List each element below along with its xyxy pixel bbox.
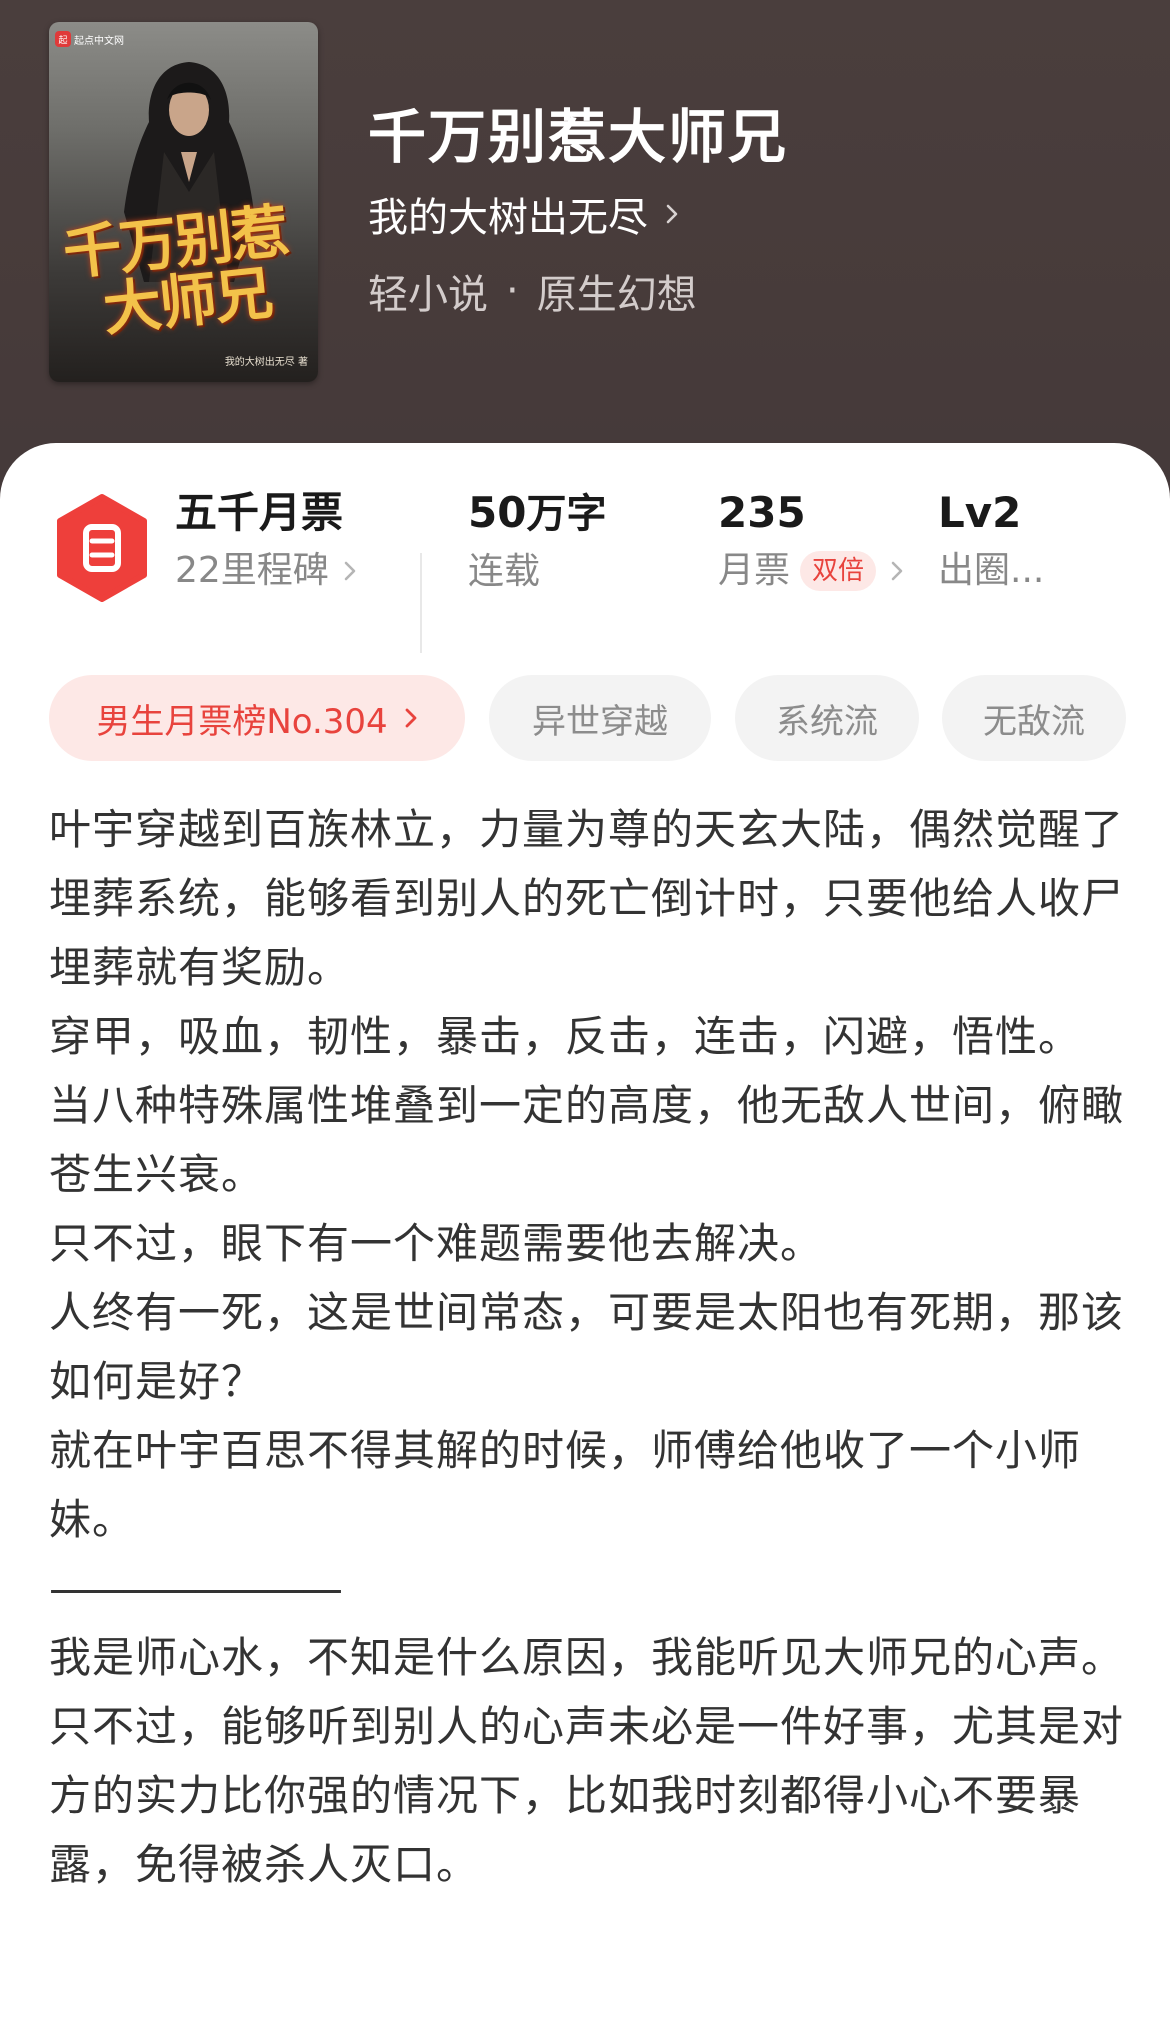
tag-invincible[interactable]: 无敌流 xyxy=(942,675,1126,761)
publisher-mark-icon: 起 xyxy=(55,31,71,47)
synopsis-paragraph: 只不过，眼下有一个难题需要他去解决。 xyxy=(49,1219,824,1268)
tag-otherworld[interactable]: 异世穿越 xyxy=(489,675,711,761)
stat-milestones[interactable]: 五千月票 22里程碑 xyxy=(175,483,357,599)
double-ticket-badge: 双倍 xyxy=(800,551,877,591)
author-name: 我的大树出无尽 xyxy=(368,195,648,241)
book-title: 千万别惹大师兄 xyxy=(368,103,789,171)
book-info-card: 五千月票 22里程碑 50万字 连载 235 月票 双倍 Lv2 出圈... 男… xyxy=(0,443,1170,2033)
tag-label: 异世穿越 xyxy=(532,701,668,742)
author-link[interactable]: 我的大树出无尽 xyxy=(368,185,682,243)
monthly-tickets-label: 月票 xyxy=(718,550,791,591)
monthly-ticket-icon[interactable] xyxy=(52,493,152,603)
book-detail-page: 起 起点中文网 千万别惹 大师兄 我的大树出无尽 著 千万别惹大师兄 我的大树出… xyxy=(0,0,1170,2033)
chevron-right-icon xyxy=(405,708,417,728)
monthly-tickets-label-row: 月票 双倍 xyxy=(718,543,904,599)
word-count-value: 50万字 xyxy=(468,483,606,544)
synopsis-paragraph: 人终有一死，这是世间常态，可要是太阳也有死期，那该如何是好？ xyxy=(49,1288,1125,1406)
synopsis-paragraph: 只不过，能够听到别人的心声未必是一件好事，尤其是对方的实力比你强的情况下，比如我… xyxy=(49,1702,1125,1889)
tag-row: 男生月票榜No.304 异世穿越 系统流 无敌流 xyxy=(0,675,1170,761)
stat-monthly-tickets[interactable]: 235 月票 双倍 xyxy=(718,483,904,599)
status-label: 连载 xyxy=(468,551,541,592)
tag-label: 无敌流 xyxy=(983,701,1085,742)
word-count-number: 50 xyxy=(468,488,527,537)
tag-rank[interactable]: 男生月票榜No.304 xyxy=(49,675,465,761)
cover-logo-text: 起点中文网 xyxy=(74,35,124,47)
tag-system[interactable]: 系统流 xyxy=(735,675,919,761)
synopsis-paragraph: 穿甲，吸血，韧性，暴击，反击，连击，闪避，悟性。 xyxy=(49,1012,1082,1061)
level-label: 出圈... xyxy=(938,550,1045,591)
synopsis-paragraph: 当八种特殊属性堆叠到一定的高度，他无敌人世间，俯瞰苍生兴衰。 xyxy=(49,1081,1125,1199)
milestones-label: 22里程碑 xyxy=(175,543,357,599)
stat-word-count: 50万字 连载 xyxy=(468,483,606,600)
chevron-right-icon xyxy=(891,561,903,581)
monthly-tickets-value: 235 xyxy=(718,488,806,537)
synopsis-paragraph: 就在叶宇百思不得其解的时候，师傅给他收了一个小师妹。 xyxy=(49,1426,1082,1544)
word-count-unit: 万字 xyxy=(526,491,607,537)
chevron-right-icon xyxy=(344,561,356,581)
genre-separator: · xyxy=(506,268,519,314)
level-value: Lv2 xyxy=(938,488,1022,537)
synopsis-paragraph: 叶宇穿越到百族林立，力量为尊的天玄大陆，偶然觉醒了埋葬系统，能够看到别人的死亡倒… xyxy=(49,805,1125,992)
chevron-right-icon xyxy=(666,204,678,224)
stat-level[interactable]: Lv2 出圈... xyxy=(938,483,1044,599)
cover-title-art: 千万别惹 大师兄 xyxy=(60,197,313,344)
book-header: 起 起点中文网 千万别惹 大师兄 我的大树出无尽 著 千万别惹大师兄 我的大树出… xyxy=(0,0,1170,520)
tag-rank-label: 男生月票榜No.304 xyxy=(96,701,388,742)
genre-row: 轻小说 · 原生幻想 xyxy=(368,262,697,320)
synopsis-separator: ———————— xyxy=(49,1564,343,1613)
milestones-text: 22里程碑 xyxy=(175,550,329,591)
cover-publisher-logo: 起 起点中文网 xyxy=(55,30,124,48)
book-synopsis[interactable]: 叶宇穿越到百族林立，力量为尊的天玄大陆，偶然觉醒了埋葬系统，能够看到别人的死亡倒… xyxy=(49,795,1129,1899)
synopsis-paragraph: 我是师心水，不知是什么原因，我能听见大师兄的心声。 xyxy=(49,1633,1125,1682)
genre-subcategory[interactable]: 原生幻想 xyxy=(537,262,697,320)
genre-category[interactable]: 轻小说 xyxy=(368,262,488,320)
stats-divider xyxy=(420,553,422,653)
book-cover[interactable]: 起 起点中文网 千万别惹 大师兄 我的大树出无尽 著 xyxy=(49,22,318,382)
stats-row: 五千月票 22里程碑 50万字 连载 235 月票 双倍 Lv2 出圈... xyxy=(0,483,1170,653)
cover-author-text: 我的大树出无尽 著 xyxy=(224,357,308,368)
tag-label: 系统流 xyxy=(776,701,878,742)
monthly-ticket-title: 五千月票 xyxy=(175,488,344,537)
